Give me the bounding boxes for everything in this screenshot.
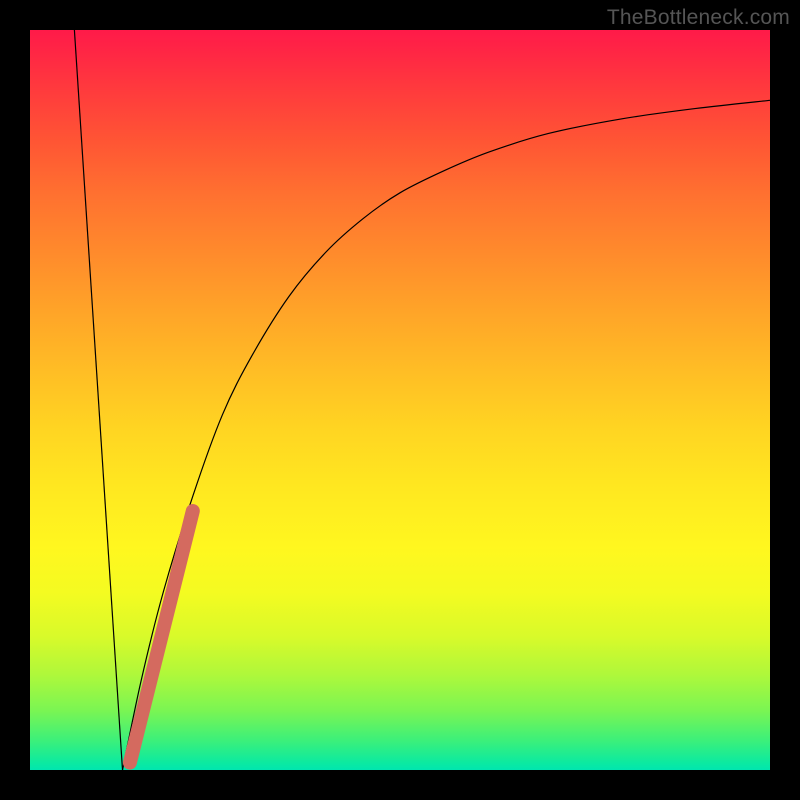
chart-svg [30, 30, 770, 770]
series-left-descent [74, 30, 122, 770]
series-highlight-segment [130, 511, 193, 763]
plot-area [30, 30, 770, 770]
series-main-curve [123, 100, 771, 770]
watermark-text: TheBottleneck.com [607, 6, 790, 30]
chart-frame: TheBottleneck.com [0, 0, 800, 800]
